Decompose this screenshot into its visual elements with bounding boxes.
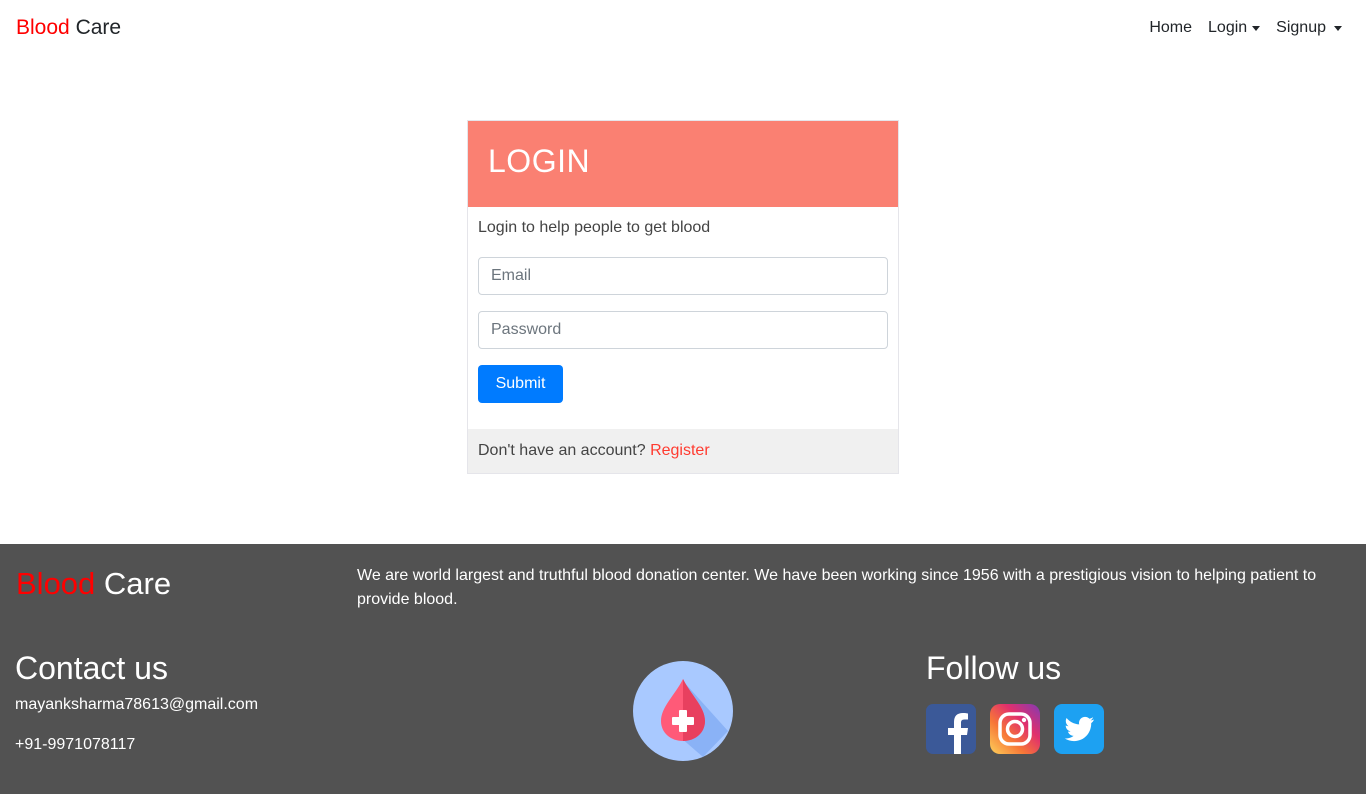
nav-menu: Home Login Signup [1149,17,1342,39]
login-title: LOGIN [488,143,591,179]
footer: Blood Care We are world largest and trut… [0,544,1366,794]
login-card-body: Login to help people to get blood Submit [468,207,898,413]
register-link[interactable]: Register [650,442,710,459]
footer-brand-word-care: Care [103,566,172,601]
login-card: LOGIN Login to help people to get blood … [467,120,899,474]
follow-title: Follow us [926,650,1062,686]
login-card-footer: Don't have an account? Register [468,429,898,473]
caret-down-icon [1252,25,1261,31]
no-account-text: Don't have an account? [478,442,646,459]
footer-brand: Blood Care [16,566,171,602]
caret-down-icon [1334,25,1342,31]
submit-button[interactable]: Submit [478,365,563,403]
navbar-brand[interactable]: Blood Care [16,15,121,41]
email-field[interactable] [478,257,888,295]
footer-description: We are world largest and truthful blood … [357,567,1317,608]
login-subtitle: Login to help people to get blood [478,219,711,236]
password-field[interactable] [478,311,888,349]
brand-word-blood: Blood [16,16,70,39]
nav-home[interactable]: Home [1149,17,1192,39]
nav-signup-label: Signup [1276,19,1326,36]
footer-brand-word-blood: Blood [16,566,96,601]
nav-signup-dropdown[interactable]: Signup [1276,17,1342,39]
login-card-header: LOGIN [468,121,898,207]
contact-email: mayanksharma78613@gmail.com [15,696,259,713]
instagram-icon[interactable] [990,704,1040,754]
navbar: Blood Care Home Login Signup [0,0,1366,56]
nav-home-label: Home [1149,19,1193,36]
contact-title: Contact us [15,650,168,686]
nav-login-dropdown[interactable]: Login [1208,17,1261,39]
blood-drop-logo-icon [633,661,733,761]
brand-word-care: Care [75,16,122,39]
twitter-icon[interactable] [1054,704,1104,754]
nav-login-label: Login [1208,19,1248,36]
contact-phone: +91-9971078117 [15,736,136,753]
facebook-icon[interactable] [926,704,976,754]
